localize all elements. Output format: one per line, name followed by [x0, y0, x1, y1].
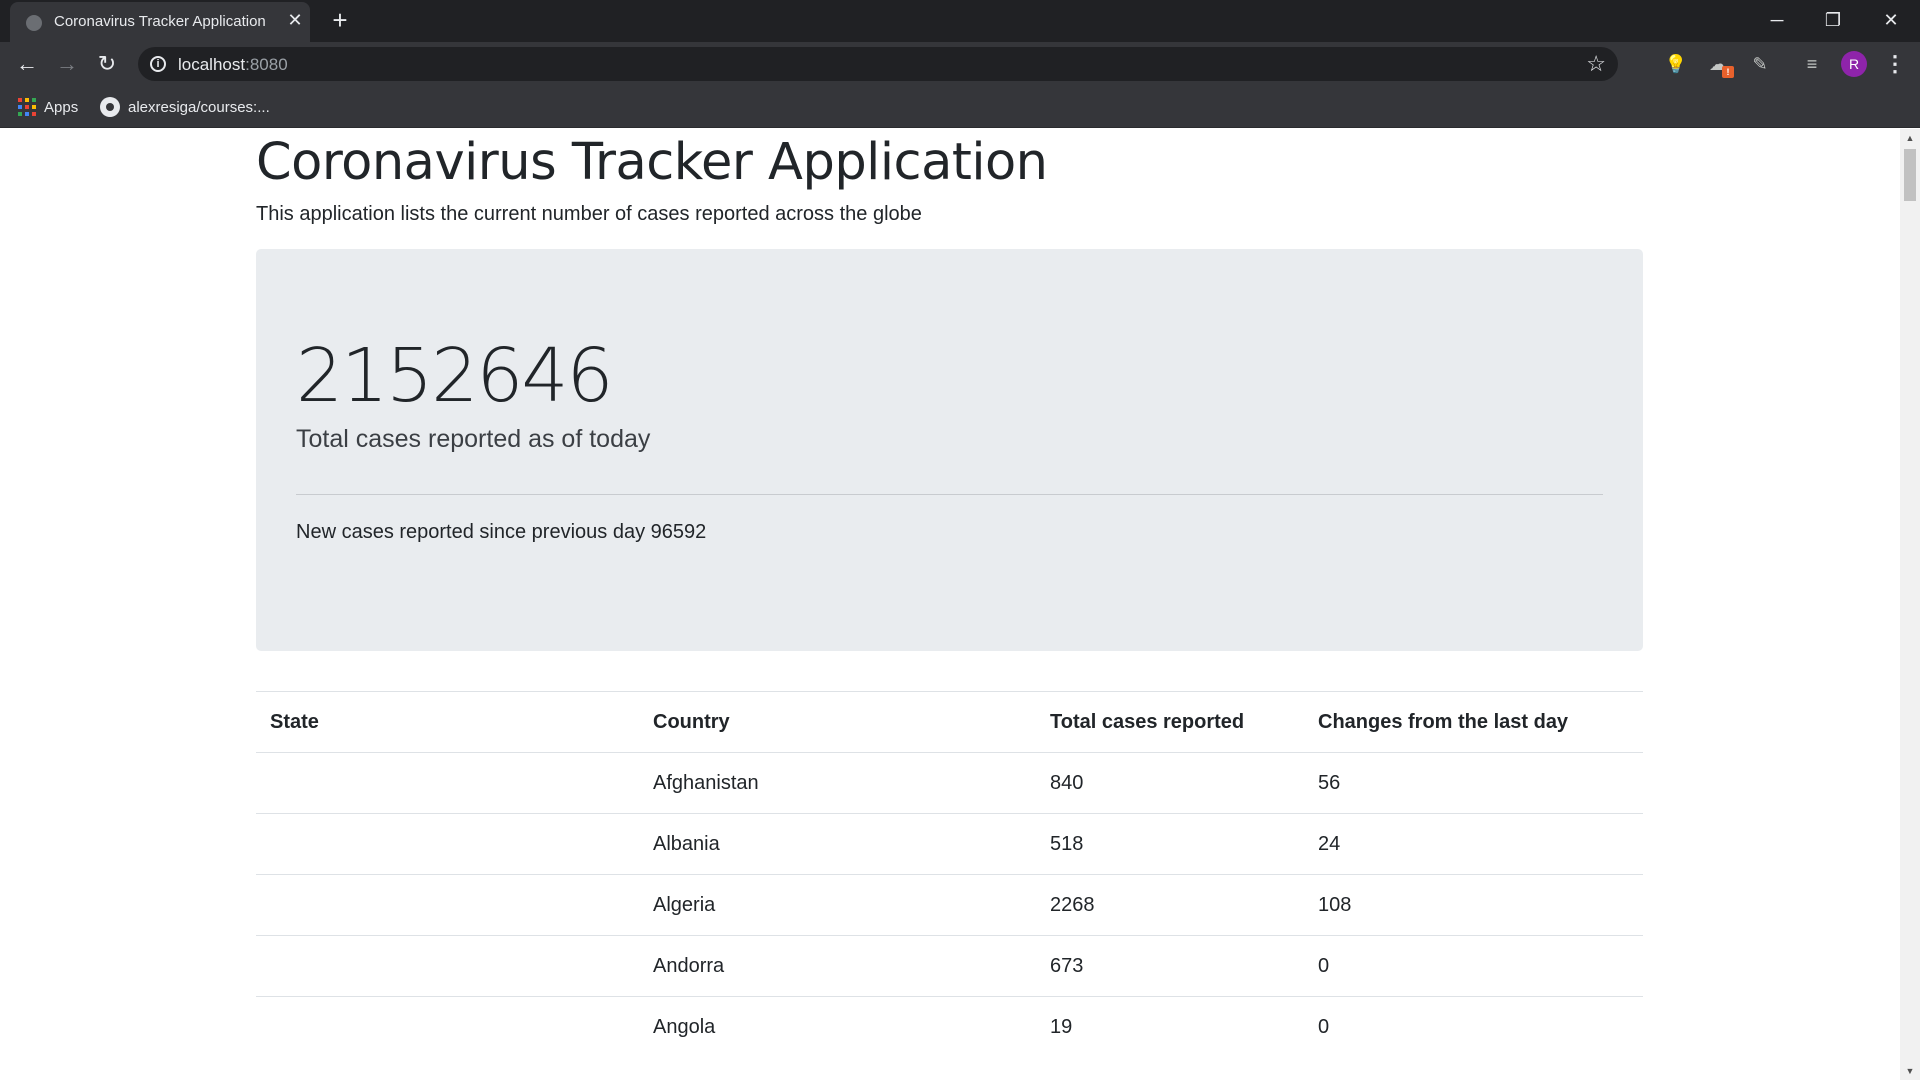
reload-button[interactable]: ↻ — [91, 48, 123, 80]
cell-change: 24 — [1304, 813, 1643, 875]
header-changes: Changes from the last day — [1304, 691, 1643, 753]
back-button[interactable]: ← — [11, 48, 43, 80]
cell-country: Algeria — [639, 874, 1036, 936]
site-info-icon[interactable]: i — [150, 56, 166, 72]
divider — [296, 494, 1603, 495]
restore-window-button[interactable]: ❐ — [1810, 4, 1856, 36]
header-state: State — [256, 691, 639, 753]
table-row: Angola 19 0 — [256, 996, 1643, 1058]
close-window-button[interactable]: ✕ — [1868, 4, 1914, 36]
minimize-window-button[interactable]: ─ — [1754, 4, 1800, 36]
scrollbar-thumb[interactable] — [1904, 149, 1916, 201]
browser-tab-strip: Coronavirus Tracker Application ✕ + ─ ❐ … — [0, 0, 1920, 42]
bookmark-star-icon[interactable]: ☆ — [1586, 51, 1606, 77]
table-row: Algeria 2268 108 — [256, 874, 1643, 936]
cell-total: 19 — [1036, 996, 1304, 1058]
cases-table: State Country Total cases reported Chang… — [256, 691, 1643, 1058]
browser-tab-active[interactable]: Coronavirus Tracker Application ✕ — [10, 2, 310, 42]
extension-alert-icon[interactable]: ☁! — [1706, 52, 1734, 78]
cell-state — [256, 752, 639, 814]
bookmark-apps-label: Apps — [44, 98, 79, 116]
url-host: localhost — [178, 55, 246, 74]
url-port: :8080 — [245, 55, 288, 74]
cell-country: Afghanistan — [639, 752, 1036, 814]
extension-pen-icon[interactable]: ✎ — [1748, 52, 1772, 76]
summary-jumbotron: 2152646 Total cases reported as of today… — [256, 249, 1643, 651]
total-cases-caption: Total cases reported as of today — [296, 425, 651, 453]
new-cases-text: New cases reported since previous day 96… — [296, 521, 707, 543]
close-tab-icon[interactable]: ✕ — [284, 9, 306, 31]
page-scrollbar[interactable]: ▲ ▼ — [1900, 129, 1920, 1080]
bookmark-github-label: alexresiga/courses:... — [128, 98, 270, 116]
url-text[interactable]: localhost:8080 — [178, 55, 288, 75]
extension-badge: ! — [1722, 66, 1734, 78]
profile-avatar[interactable]: R — [1841, 51, 1867, 77]
cell-country: Angola — [639, 996, 1036, 1058]
globe-icon — [26, 15, 42, 31]
header-total-cases: Total cases reported — [1036, 691, 1304, 753]
address-bar[interactable]: i localhost:8080 ☆ — [138, 47, 1618, 81]
extension-bulb-icon[interactable]: 💡 — [1664, 52, 1688, 76]
cell-country: Andorra — [639, 935, 1036, 997]
bookmarks-bar: Apps alexresiga/courses:... — [0, 86, 1920, 128]
browser-toolbar: ← → ↻ i localhost:8080 ☆ 💡 ☁! ✎ ≡ R ⋮ — [0, 42, 1920, 86]
cell-change: 56 — [1304, 752, 1643, 814]
cell-state — [256, 996, 639, 1058]
bookmark-github[interactable]: alexresiga/courses:... — [100, 94, 270, 120]
page-title: Coronavirus Tracker Application — [256, 133, 1048, 192]
cell-country: Albania — [639, 813, 1036, 875]
cell-total: 518 — [1036, 813, 1304, 875]
cell-change: 0 — [1304, 935, 1643, 997]
github-icon — [100, 97, 120, 117]
cell-total: 2268 — [1036, 874, 1304, 936]
browser-menu-icon[interactable]: ⋮ — [1880, 48, 1910, 80]
cell-state — [256, 813, 639, 875]
header-country: Country — [639, 691, 1036, 753]
cell-change: 0 — [1304, 996, 1643, 1058]
cell-change: 108 — [1304, 874, 1643, 936]
scroll-down-arrow-icon[interactable]: ▼ — [1900, 1062, 1920, 1080]
apps-grid-icon — [18, 98, 36, 116]
table-row: Andorra 673 0 — [256, 935, 1643, 997]
bookmark-apps[interactable]: Apps — [18, 94, 78, 120]
page-lead: This application lists the current numbe… — [256, 203, 922, 225]
table-row: Afghanistan 840 56 — [256, 752, 1643, 814]
tab-title: Coronavirus Tracker Application — [54, 13, 266, 30]
cell-total: 673 — [1036, 935, 1304, 997]
page-viewport: Coronavirus Tracker Application This app… — [0, 129, 1900, 1080]
forward-button[interactable]: → — [51, 48, 83, 80]
total-cases-number: 2152646 — [296, 333, 614, 419]
cell-state — [256, 935, 639, 997]
table-row: Albania 518 24 — [256, 813, 1643, 875]
media-controls-icon[interactable]: ≡ — [1800, 52, 1824, 76]
cell-total: 840 — [1036, 752, 1304, 814]
cell-state — [256, 874, 639, 936]
scroll-up-arrow-icon[interactable]: ▲ — [1900, 129, 1920, 147]
new-tab-button[interactable]: + — [326, 6, 354, 34]
table-header-row: State Country Total cases reported Chang… — [256, 691, 1643, 753]
